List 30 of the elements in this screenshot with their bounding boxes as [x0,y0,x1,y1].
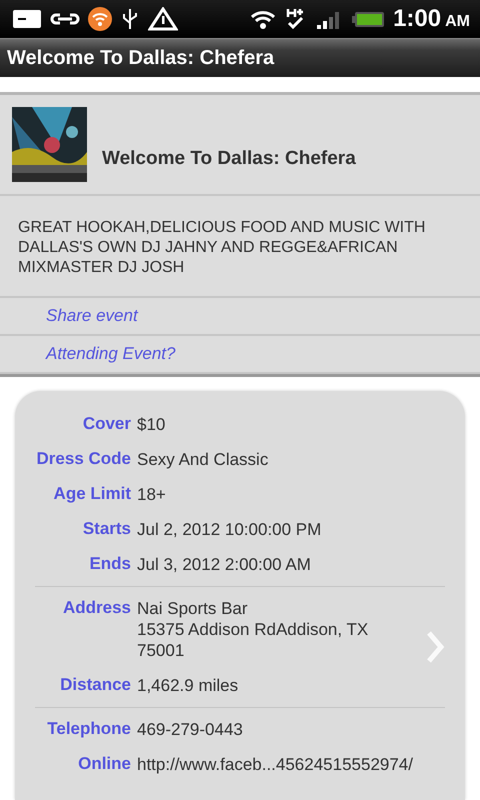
clock: 1:00 AM [393,5,470,33]
field-label: Age Limit [52,484,131,505]
warning-icon [148,7,178,31]
action-link[interactable]: Attending Event? [46,344,176,363]
field-value: $10 [137,414,166,435]
event-title: Welcome To Dallas: Chefera [102,148,356,170]
usb-icon [120,7,140,31]
chevron-icon[interactable] [425,630,445,664]
field-label: Starts [82,519,131,540]
field-value: Nai Sports Bar 15375 Addison RdAddison, TX 75001 [137,598,370,661]
message-icon [12,7,42,31]
event-description: GREAT HOOKAH,DELICIOUS FOOD AND MUSIC WITH DALLAS'S OWN DJ JAHNY AND REGGE&AFRICAN MIXMASTER DJ JOSH [18,218,426,278]
field-label: Distance [59,675,131,696]
field-value: Jul 3, 2012 2:00:00 AM [137,554,312,575]
field-label: Telephone [46,719,131,740]
field-value: Sexy And Classic [137,449,270,470]
field-value: Jul 2, 2012 10:00:00 PM [137,519,322,540]
field-label: Cover [82,414,131,435]
window-title: Welcome To Dallas: Chefera [7,46,274,70]
meridiem: AM [445,13,470,31]
field-value: 1,462.9 miles [137,675,240,696]
field-label: Dress Code [36,449,131,470]
action-link[interactable]: Share event [46,306,138,325]
field-value: 469-279-0443 [137,719,244,740]
field-label: Address [62,598,131,619]
field-value: http://www.faceb...45624515552974/ [137,754,414,775]
field-label: Online [77,754,131,775]
field-label: Ends [88,554,131,575]
wifi-hotspot-icon [88,7,112,31]
field-value: 18+ [137,484,167,505]
